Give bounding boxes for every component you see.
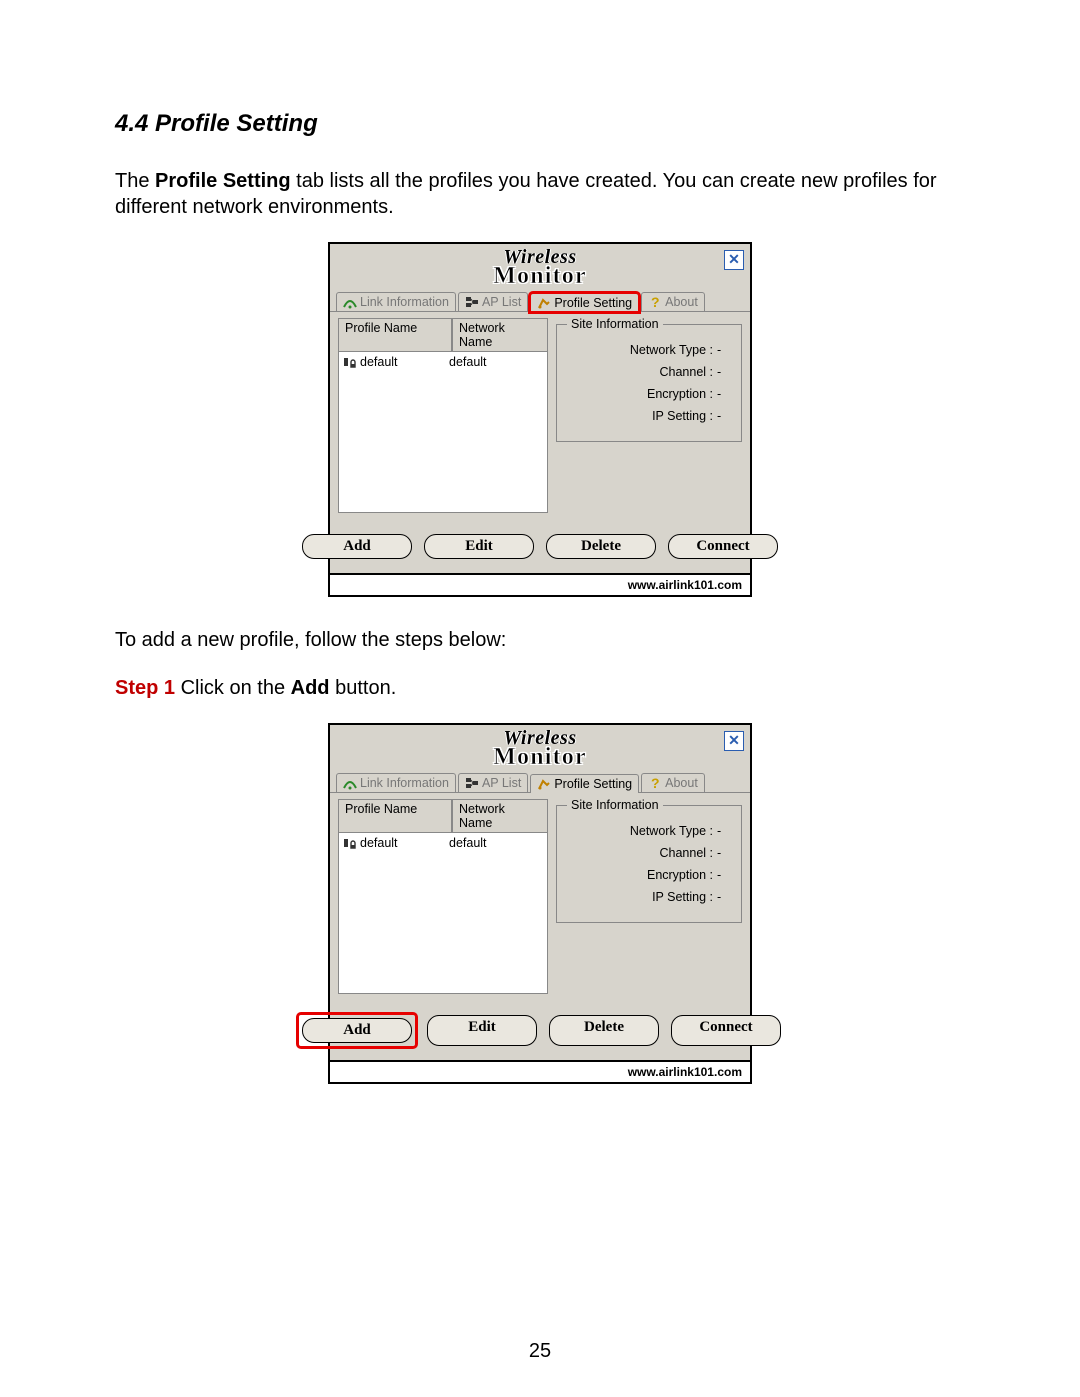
col-profile-name[interactable]: Profile Name	[338, 318, 452, 352]
tab-profile-setting[interactable]: Profile Setting	[530, 774, 639, 793]
svg-text:?: ?	[651, 295, 660, 309]
tab-profile-setting[interactable]: Profile Setting	[530, 293, 639, 312]
help-icon: ?	[648, 295, 662, 309]
wireless-monitor-window: Wireless Monitor ✕ Link Information AP L…	[328, 242, 752, 597]
profile-lock-icon	[343, 836, 357, 850]
profile-list: Profile Name Network Name default defaul	[338, 318, 548, 518]
tab-label: Link Information	[360, 295, 449, 309]
col-network-name[interactable]: Network Name	[452, 318, 548, 352]
delete-button[interactable]: Delete	[549, 1015, 659, 1046]
app-logo: Wireless Monitor	[493, 729, 587, 769]
edit-button[interactable]: Edit	[427, 1015, 537, 1046]
step-1: Step 1 Click on the Add button.	[115, 675, 965, 701]
connect-button[interactable]: Connect	[668, 534, 778, 559]
profile-list-body[interactable]: default default	[338, 833, 548, 994]
instruction-paragraph: To add a new profile, follow the steps b…	[115, 627, 965, 653]
col-network-name[interactable]: Network Name	[452, 799, 548, 833]
add-button[interactable]: Add	[302, 534, 412, 559]
tab-label: AP List	[482, 776, 521, 790]
ap-list-icon	[465, 776, 479, 790]
site-information-box: Site Information Network Type :- Channel…	[556, 805, 742, 923]
site-information-box: Site Information Network Type :- Channel…	[556, 324, 742, 442]
button-bar: Add Edit Delete Connect	[330, 1005, 750, 1060]
add-button[interactable]: Add	[302, 1018, 412, 1043]
wireless-monitor-window: Wireless Monitor ✕ Link Information AP L…	[328, 723, 752, 1084]
site-information-legend: Site Information	[567, 317, 663, 331]
window-footer: www.airlink101.com	[330, 573, 750, 595]
list-item[interactable]: default default	[339, 833, 547, 853]
col-profile-name[interactable]: Profile Name	[338, 799, 452, 833]
profile-list-body[interactable]: default default	[338, 352, 548, 513]
tab-bar: Link Information AP List Profile Setting	[330, 292, 750, 311]
tab-link-information[interactable]: Link Information	[336, 773, 456, 792]
delete-button[interactable]: Delete	[546, 534, 656, 559]
tab-ap-list[interactable]: AP List	[458, 773, 528, 792]
signal-icon	[343, 776, 357, 790]
close-icon: ✕	[728, 732, 740, 748]
tab-label: AP List	[482, 295, 521, 309]
close-icon: ✕	[728, 251, 740, 267]
section-heading: 4.4 Profile Setting	[115, 110, 965, 138]
tab-link-information[interactable]: Link Information	[336, 292, 456, 311]
svg-text:?: ?	[651, 776, 660, 790]
tab-label: Profile Setting	[554, 296, 632, 310]
tab-label: Profile Setting	[554, 777, 632, 791]
page-number: 25	[0, 1340, 1080, 1363]
tab-ap-list[interactable]: AP List	[458, 292, 528, 311]
edit-button[interactable]: Edit	[424, 534, 534, 559]
tab-label: About	[665, 776, 698, 790]
intro-paragraph: The Profile Setting tab lists all the pr…	[115, 168, 965, 220]
profile-list: Profile Name Network Name default defaul	[338, 799, 548, 999]
profile-lock-icon	[343, 355, 357, 369]
tab-about[interactable]: ? About	[641, 773, 705, 792]
profile-setting-icon	[537, 296, 551, 310]
tab-label: About	[665, 295, 698, 309]
profile-setting-icon	[537, 777, 551, 791]
window-titlebar: Wireless Monitor ✕	[330, 725, 750, 773]
tab-bar: Link Information AP List Profile Setting	[330, 773, 750, 792]
ap-list-icon	[465, 295, 479, 309]
add-button-highlight: Add	[299, 1015, 415, 1046]
close-button[interactable]: ✕	[724, 250, 744, 270]
tab-about[interactable]: ? About	[641, 292, 705, 311]
list-item[interactable]: default default	[339, 352, 547, 372]
window-titlebar: Wireless Monitor ✕	[330, 244, 750, 292]
window-footer: www.airlink101.com	[330, 1060, 750, 1082]
close-button[interactable]: ✕	[724, 731, 744, 751]
button-bar: Add Edit Delete Connect	[330, 524, 750, 573]
app-logo: Wireless Monitor	[493, 248, 587, 288]
site-information-legend: Site Information	[567, 798, 663, 812]
help-icon: ?	[648, 776, 662, 790]
connect-button[interactable]: Connect	[671, 1015, 781, 1046]
tab-label: Link Information	[360, 776, 449, 790]
signal-icon	[343, 295, 357, 309]
